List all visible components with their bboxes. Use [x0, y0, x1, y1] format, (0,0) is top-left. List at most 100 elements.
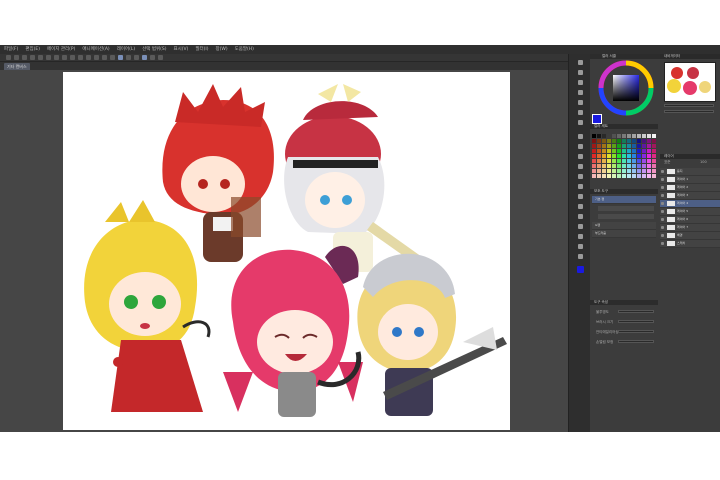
visibility-icon[interactable]: [661, 226, 664, 229]
clear-icon[interactable]: [46, 55, 51, 60]
color-swatch[interactable]: [647, 164, 651, 168]
eyedropper-tool-icon[interactable]: [578, 120, 583, 125]
color-swatch[interactable]: [592, 139, 596, 143]
color-swatch[interactable]: [592, 134, 596, 138]
layer-row[interactable]: 용지: [660, 168, 720, 176]
menu-window[interactable]: 창(W): [216, 45, 228, 54]
color-swatch[interactable]: [622, 154, 626, 158]
color-swatch[interactable]: [622, 149, 626, 153]
color-swatch[interactable]: [597, 144, 601, 148]
sub-tool-item[interactable]: 기본 펜: [592, 196, 656, 204]
color-swatch[interactable]: [607, 159, 611, 163]
color-swatch[interactable]: [602, 159, 606, 163]
color-swatch[interactable]: [642, 154, 646, 158]
main-color-swatch[interactable]: [577, 266, 584, 273]
color-swatch[interactable]: [612, 139, 616, 143]
color-swatch[interactable]: [612, 164, 616, 168]
auto-select-tool-icon[interactable]: [578, 110, 583, 115]
menu-layer[interactable]: 레이어(L): [117, 45, 135, 54]
brush-stroke-preview[interactable]: [598, 206, 654, 211]
visibility-icon[interactable]: [661, 170, 664, 173]
color-swatch[interactable]: [607, 169, 611, 173]
color-swatch[interactable]: [637, 154, 641, 158]
zoom-tool-icon[interactable]: [578, 60, 583, 65]
color-swatch[interactable]: [632, 139, 636, 143]
visibility-icon[interactable]: [661, 218, 664, 221]
gradient-tool-icon[interactable]: [578, 214, 583, 219]
color-swatch[interactable]: [627, 154, 631, 158]
visibility-icon[interactable]: [661, 186, 664, 189]
color-swatch[interactable]: [637, 169, 641, 173]
snap-special-ruler-icon[interactable]: [118, 55, 123, 60]
color-swatch[interactable]: [642, 164, 646, 168]
color-swatch[interactable]: [602, 164, 606, 168]
color-swatch[interactable]: [627, 149, 631, 153]
color-swatch[interactable]: [632, 174, 636, 178]
color-swatch[interactable]: [647, 174, 651, 178]
drawing-canvas[interactable]: [63, 72, 510, 430]
document-tab[interactable]: 기타 캔버스: [4, 63, 30, 70]
brush-size-slider[interactable]: [618, 320, 654, 323]
layer-row[interactable]: 레이어 7: [660, 224, 720, 232]
color-swatch[interactable]: [607, 139, 611, 143]
color-swatch[interactable]: [602, 169, 606, 173]
color-swatch[interactable]: [617, 139, 621, 143]
edit-icon[interactable]: [126, 55, 131, 60]
eraser-tool-icon[interactable]: [578, 184, 583, 189]
layer-opacity-value[interactable]: 100: [700, 160, 707, 164]
pencil-tool-icon[interactable]: [578, 144, 583, 149]
color-swatch[interactable]: [597, 164, 601, 168]
color-swatch[interactable]: [627, 139, 631, 143]
move-tool-icon[interactable]: [578, 70, 583, 75]
color-swatch[interactable]: [642, 139, 646, 143]
color-swatch[interactable]: [652, 134, 656, 138]
color-swatch[interactable]: [652, 174, 656, 178]
color-swatch[interactable]: [617, 164, 621, 168]
color-swatch[interactable]: [642, 144, 646, 148]
color-swatch[interactable]: [597, 149, 601, 153]
layer-row[interactable]: 레이어 3: [660, 192, 720, 200]
fill-icon[interactable]: [54, 55, 59, 60]
selection-tool-icon[interactable]: [578, 100, 583, 105]
snap-grid-icon[interactable]: [110, 55, 115, 60]
color-swatch[interactable]: [632, 169, 636, 173]
color-swatch[interactable]: [607, 149, 611, 153]
color-swatch[interactable]: [602, 174, 606, 178]
menu-file[interactable]: 파일(F): [4, 45, 18, 54]
color-swatch[interactable]: [637, 139, 641, 143]
fill-tool-icon[interactable]: [578, 204, 583, 209]
color-swatch[interactable]: [637, 144, 641, 148]
color-swatch[interactable]: [622, 164, 626, 168]
color-swatch[interactable]: [647, 154, 651, 158]
color-swatch[interactable]: [602, 139, 606, 143]
color-swatch[interactable]: [647, 144, 651, 148]
visibility-icon[interactable]: [661, 210, 664, 213]
menu-help[interactable]: 도움말(H): [235, 45, 254, 54]
color-swatch[interactable]: [607, 134, 611, 138]
airbrush-tool-icon[interactable]: [578, 164, 583, 169]
stabilization-slider[interactable]: [618, 340, 654, 343]
layer-row[interactable]: 배경: [660, 232, 720, 240]
navigator-preview[interactable]: [664, 62, 716, 102]
ruler-tool-icon[interactable]: [578, 244, 583, 249]
color-swatch[interactable]: [597, 169, 601, 173]
visibility-icon[interactable]: [661, 202, 664, 205]
color-swatch[interactable]: [607, 174, 611, 178]
color-swatch[interactable]: [627, 174, 631, 178]
color-swatch[interactable]: [622, 174, 626, 178]
deselect-icon[interactable]: [70, 55, 75, 60]
color-swatch[interactable]: [627, 134, 631, 138]
color-swatch[interactable]: [602, 149, 606, 153]
menu-page[interactable]: 페이지 관리(P): [47, 45, 75, 54]
layer-row[interactable]: 레이어 6: [660, 216, 720, 224]
settings-icon[interactable]: [158, 55, 163, 60]
color-swatch[interactable]: [642, 174, 646, 178]
color-swatch[interactable]: [647, 169, 651, 173]
navigator-zoom-slider[interactable]: [664, 104, 714, 107]
ruler-icon[interactable]: [142, 55, 147, 60]
color-swatch[interactable]: [652, 149, 656, 153]
color-swatch[interactable]: [632, 134, 636, 138]
layer-row[interactable]: 스케치: [660, 240, 720, 248]
color-swatch[interactable]: [592, 164, 596, 168]
color-swatch[interactable]: [597, 154, 601, 158]
